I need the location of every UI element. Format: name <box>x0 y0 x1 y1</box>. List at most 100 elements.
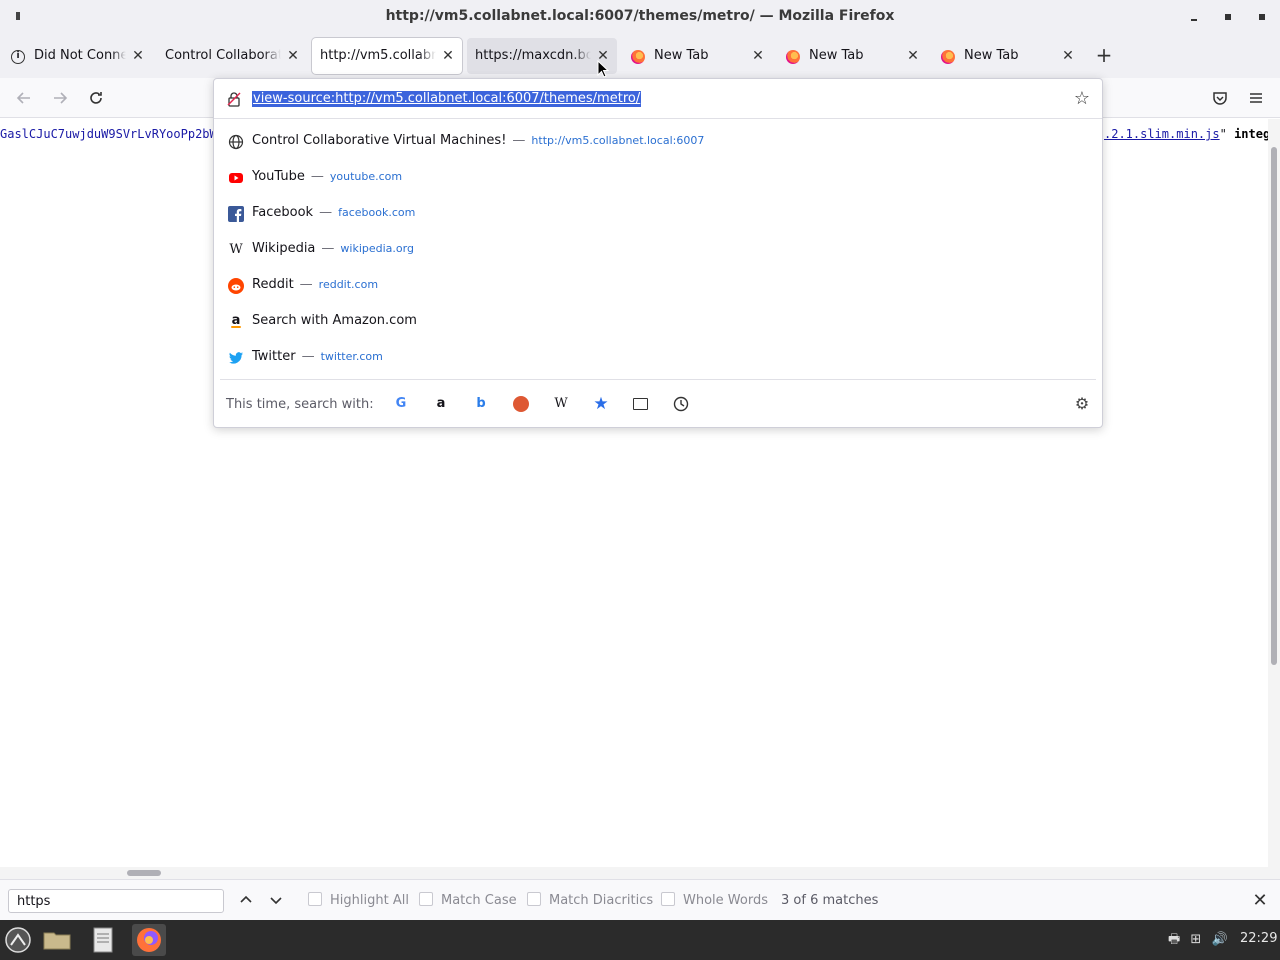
firefox-icon <box>940 49 956 65</box>
result-title: Reddit <box>252 277 294 292</box>
tab-label: https://maxcdn.bootstrapcdn.com <box>475 48 591 63</box>
tab-control-collaborative[interactable]: Control Collaborative Virtual Machines! … <box>157 38 307 74</box>
match-diacritics-checkbox[interactable]: Match Diacritics <box>527 892 653 910</box>
maximize-button[interactable] <box>1219 8 1237 26</box>
tab-label: http://vm5.collabnet.local:6007/themes/m… <box>320 48 436 63</box>
result-title: Facebook <box>252 205 314 220</box>
duckduckgo-icon[interactable] <box>511 394 531 414</box>
firefox-icon <box>785 49 801 65</box>
result-title: YouTube <box>252 169 305 184</box>
tab-maxcdn[interactable]: https://maxcdn.bootstrapcdn.com ✕ <box>467 38 617 74</box>
result-item[interactable]: Control Collaborative Virtual Machines! —… <box>220 124 1096 160</box>
tab-close-icon[interactable]: ✕ <box>905 48 921 64</box>
tab-vm5-metro[interactable]: http://vm5.collabnet.local:6007/themes/m… <box>312 38 462 74</box>
tab-did-not-connect[interactable]: i Did Not Connect: Potential Security Is… <box>2 38 152 74</box>
wikipedia-icon: W <box>229 242 243 257</box>
tab-close-icon[interactable]: ✕ <box>440 48 456 64</box>
forward-button[interactable] <box>50 88 70 108</box>
new-tab-button[interactable]: + <box>1094 45 1114 66</box>
arrow-right-icon <box>54 92 68 104</box>
scrollbar-thumb[interactable] <box>1271 147 1277 665</box>
tab-close-icon[interactable]: ✕ <box>285 48 301 64</box>
title-bar: http://vm5.collabnet.local:6007/themes/m… <box>0 0 1280 34</box>
firefox-icon <box>630 49 646 65</box>
result-url: facebook.com <box>338 206 416 219</box>
bookmarks-icon[interactable]: ★ <box>591 394 611 414</box>
close-icon[interactable]: ✕ <box>1250 891 1270 911</box>
volume-icon[interactable]: 🔊 <box>1211 932 1227 947</box>
hamburger-menu-icon <box>1250 93 1262 103</box>
chevron-down-icon <box>270 897 282 905</box>
amazon-icon[interactable]: a <box>431 394 451 414</box>
source-line-right: .2.1.slim.min.js" integ <box>1104 127 1270 141</box>
chevron-up-icon <box>240 895 252 903</box>
wikipedia-icon[interactable]: W <box>551 394 571 414</box>
insecure-lock-icon[interactable] <box>226 91 242 107</box>
match-case-checkbox[interactable]: Match Case <box>419 892 517 910</box>
result-item[interactable]: Facebook — facebook.com <box>220 196 1096 232</box>
mouse-cursor-icon <box>597 60 609 78</box>
result-url: reddit.com <box>318 278 379 291</box>
firefox-taskbar-button[interactable] <box>132 924 166 956</box>
folder-icon <box>43 932 71 950</box>
tab-new-tab-2[interactable]: New Tab ✕ <box>777 38 927 74</box>
system-tray: 🖶 ⊞ 🔊 <box>1168 930 1228 950</box>
close-window-button[interactable] <box>1253 8 1271 26</box>
network-icon[interactable]: ⊞ <box>1190 932 1201 947</box>
vertical-scrollbar[interactable] <box>1268 119 1280 867</box>
result-title: Search with Amazon.com <box>252 313 417 328</box>
bookmark-star-icon[interactable]: ☆ <box>1072 89 1092 109</box>
info-icon: i <box>10 49 26 65</box>
scrollbar-thumb[interactable] <box>127 870 161 876</box>
document-icon <box>93 927 113 953</box>
find-previous-button[interactable] <box>236 890 256 910</box>
source-attribute: integ <box>1234 127 1271 141</box>
highlight-all-checkbox[interactable]: Highlight All <box>308 892 409 910</box>
source-text: GaslCJuC7uwjduW9SVrLvRYooPp2bW <box>0 127 217 141</box>
url-input[interactable]: view-source:http://vm5.collabnet.local:6… <box>252 91 642 107</box>
file-manager-button[interactable] <box>40 924 74 956</box>
youtube-icon <box>229 173 243 183</box>
result-title: Wikipedia <box>252 241 316 256</box>
source-link[interactable]: .2.1.slim.min.js <box>1104 127 1220 141</box>
amazon-icon: a <box>231 313 241 328</box>
back-button[interactable] <box>14 88 34 108</box>
result-item[interactable]: YouTube — youtube.com <box>220 160 1096 196</box>
minimize-button[interactable] <box>1185 8 1203 26</box>
result-item[interactable]: W Wikipedia — wikipedia.org <box>220 232 1096 268</box>
result-item[interactable]: a Search with Amazon.com <box>220 304 1096 340</box>
text-editor-button[interactable] <box>86 924 120 956</box>
google-icon[interactable]: G <box>391 394 411 414</box>
twitter-icon <box>229 352 243 364</box>
find-status: 3 of 6 matches <box>781 893 879 908</box>
divider <box>220 379 1096 380</box>
tabs-icon[interactable] <box>631 394 651 414</box>
printer-icon[interactable]: 🖶 <box>1168 932 1180 947</box>
history-icon[interactable] <box>671 394 691 414</box>
tab-label: New Tab <box>964 48 1019 63</box>
tab-close-icon[interactable]: ✕ <box>130 48 146 64</box>
pocket-button[interactable] <box>1210 88 1230 108</box>
tab-close-icon[interactable]: ✕ <box>1060 48 1076 64</box>
start-menu-button[interactable] <box>1 924 35 956</box>
horizontal-scrollbar[interactable] <box>0 867 1280 879</box>
result-item[interactable]: Twitter — twitter.com <box>220 340 1096 376</box>
result-url: wikipedia.org <box>340 242 414 255</box>
result-item[interactable]: Reddit — reddit.com <box>220 268 1096 304</box>
tab-close-icon[interactable]: ✕ <box>750 48 766 64</box>
reload-button[interactable] <box>86 88 106 108</box>
tab-label: Did Not Connect: Potential Security Issu… <box>34 48 126 63</box>
find-bar: Highlight All Match Case Match Diacritic… <box>0 879 1280 920</box>
find-next-button[interactable] <box>266 890 286 910</box>
app-menu-button[interactable] <box>1246 88 1266 108</box>
find-input[interactable] <box>8 889 224 913</box>
tab-new-tab-1[interactable]: New Tab ✕ <box>622 38 772 74</box>
whole-words-checkbox[interactable]: Whole Words <box>661 892 768 910</box>
tab-new-tab-3[interactable]: New Tab ✕ <box>932 38 1082 74</box>
bing-icon[interactable]: b <box>471 394 491 414</box>
urlbar[interactable]: view-source:http://vm5.collabnet.local:6… <box>214 79 1102 119</box>
result-url: youtube.com <box>329 170 403 183</box>
gear-icon[interactable]: ⚙ <box>1072 394 1092 414</box>
one-off-search-bar: This time, search with: G a b W ★ ⚙ <box>214 384 1102 424</box>
clock[interactable]: 22:29 <box>1240 931 1277 946</box>
